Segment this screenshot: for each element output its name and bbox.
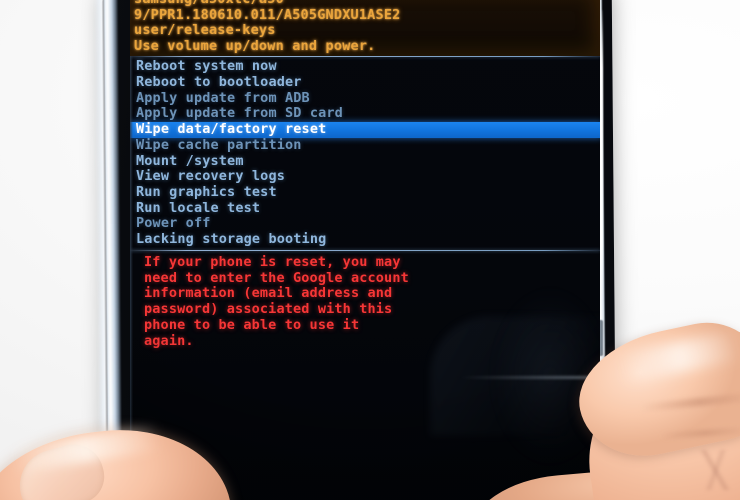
menu-item-wipe-data-factory-reset[interactable]: Wipe data/factory reset [130,121,600,138]
menu-item-view-recovery-logs[interactable]: View recovery logs [134,169,600,185]
phone-screen[interactable]: Android Recovery samsung/a50xtc/a50 9/PP… [130,0,600,500]
warning-line-1: If your phone is reset, you may [144,253,401,270]
header-line-instructions: Use volume up/down and power. [134,37,376,54]
menu-item-run-graphics-test[interactable]: Run graphics test [134,184,600,201]
recovery-menu[interactable]: Reboot system now Reboot to bootloader A… [130,57,600,247]
menu-item-mount-system[interactable]: Mount /system [134,153,600,170]
recovery-header: Android Recovery samsung/a50xtc/a50 9/PP… [130,0,600,57]
screen-reflection-streak [460,376,600,379]
header-line-keys: user/release-keys [134,22,276,39]
photo-scene: Android Recovery samsung/a50xtc/a50 9/PP… [0,0,740,500]
menu-item-reboot-to-bootloader[interactable]: Reboot to bootloader [134,74,600,91]
screen-inner-bezel [130,0,133,500]
menu-item-apply-update-from-sd-card[interactable]: Apply update from SD card [134,106,600,122]
menu-item-reboot-system-now[interactable]: Reboot system now [134,59,600,75]
menu-item-power-off[interactable]: Power off [134,216,600,232]
menu-item-lacking-storage-booting[interactable]: Lacking storage booting [134,231,600,248]
menu-item-wipe-cache-partition[interactable]: Wipe cache partition [134,137,600,154]
header-line-build: 9/PPR1.180610.011/A505GNDXU1ASE2 [134,6,401,23]
